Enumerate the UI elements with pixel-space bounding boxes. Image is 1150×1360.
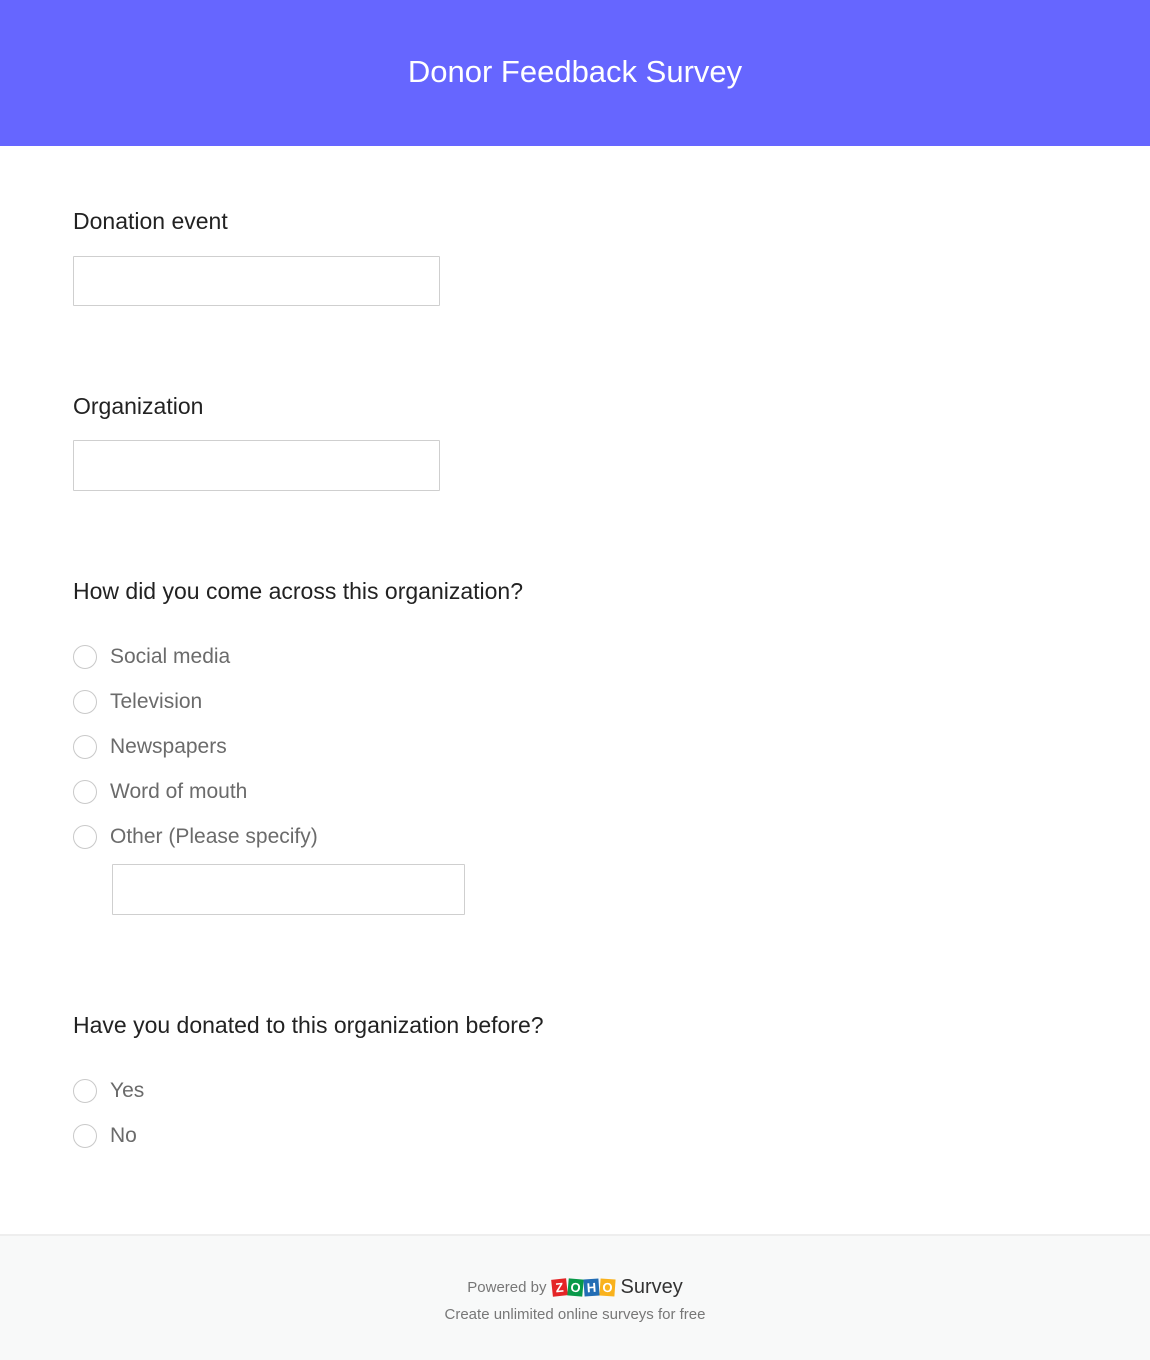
question-label-donated-before: Have you donated to this organization be…	[73, 1012, 544, 1038]
radio-button[interactable]	[73, 1124, 97, 1148]
radio-option-yes[interactable]: Yes	[73, 1076, 144, 1106]
logo-letter: O	[567, 1278, 585, 1297]
question-label-donation-event: Donation event	[73, 208, 228, 234]
radio-button[interactable]	[73, 735, 97, 759]
radio-option-television[interactable]: Television	[73, 687, 202, 717]
survey-title: Donor Feedback Survey	[407, 54, 743, 89]
logo-letter: H	[583, 1278, 601, 1297]
donation-event-input[interactable]	[73, 256, 440, 306]
organization-input[interactable]	[73, 440, 440, 491]
option-label: Yes	[110, 1079, 145, 1102]
option-label: Social media	[110, 645, 231, 668]
radio-option-newspapers[interactable]: Newspapers	[73, 732, 227, 762]
other-specify-input[interactable]	[112, 864, 465, 915]
radio-button[interactable]	[73, 690, 97, 714]
radio-button[interactable]	[73, 780, 97, 804]
zoho-logo-icon: Z O H O	[551, 1278, 617, 1297]
logo-letter: Z	[551, 1278, 569, 1297]
radio-option-word-of-mouth[interactable]: Word of mouth	[73, 777, 247, 807]
option-label: No	[110, 1124, 137, 1147]
option-label: Newspapers	[110, 735, 227, 758]
product-name: Survey	[620, 1276, 683, 1298]
radio-option-social-media[interactable]: Social media	[73, 642, 230, 672]
option-label: Other (Please specify)	[110, 825, 318, 848]
radio-button[interactable]	[73, 1079, 97, 1103]
footer: Powered by Z O H O Survey Create unlimit…	[0, 1234, 1150, 1360]
logo-letter: O	[599, 1278, 617, 1297]
radio-option-no[interactable]: No	[73, 1121, 137, 1151]
radio-button[interactable]	[73, 645, 97, 669]
option-label: Television	[110, 690, 203, 713]
option-label: Word of mouth	[110, 780, 248, 803]
survey-header: Donor Feedback Survey	[0, 0, 1150, 146]
footer-tagline[interactable]: Create unlimited online surveys for free	[0, 1306, 1150, 1323]
powered-by-link[interactable]: Powered by Z O H O Survey	[0, 1276, 1150, 1299]
radio-option-other[interactable]: Other (Please specify)	[73, 822, 318, 852]
question-label-source: How did you come across this organizatio…	[73, 578, 524, 604]
question-label-organization: Organization	[73, 393, 204, 419]
powered-by-text: Powered by	[467, 1279, 547, 1296]
radio-button[interactable]	[73, 825, 97, 849]
